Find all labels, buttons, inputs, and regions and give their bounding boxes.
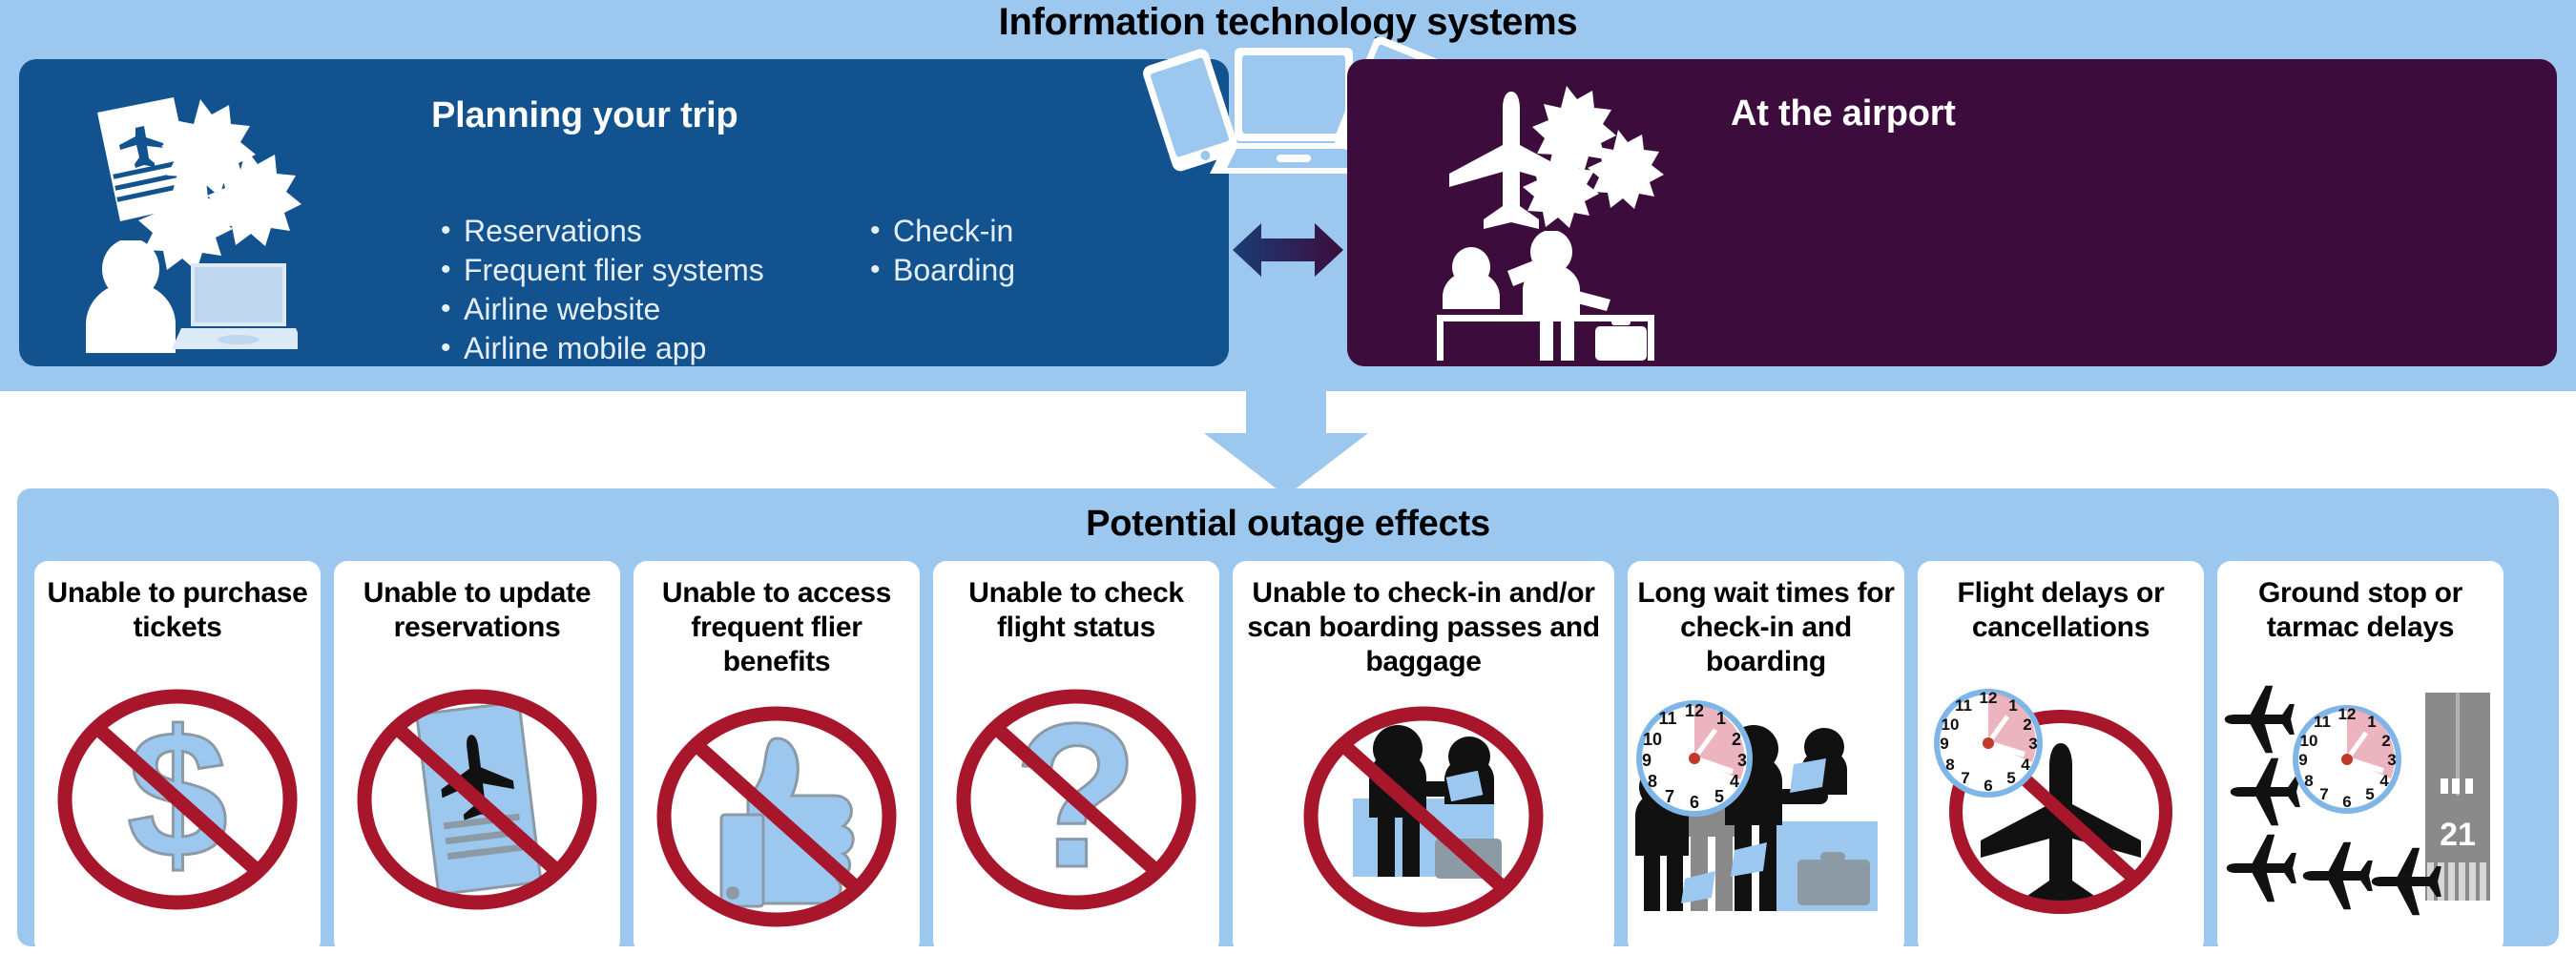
clock-no-airplane-icon: 12 1 2 345 678 9 10 11 xyxy=(1918,645,2204,954)
list-item: Airline website xyxy=(439,289,764,329)
svg-text:1: 1 xyxy=(2008,696,2017,715)
svg-text:6: 6 xyxy=(2342,793,2351,811)
clock-queue-icon: 12 1 2 345 678 9 10 11 xyxy=(1628,679,1904,954)
no-ticket-document-icon xyxy=(334,645,620,954)
svg-text:4: 4 xyxy=(1730,772,1739,791)
down-arrow-icon xyxy=(1204,380,1368,496)
effect-card-no-frequent-flier[interactable]: Unable to access frequent flier benefits xyxy=(634,561,920,954)
svg-text:5: 5 xyxy=(2006,769,2015,787)
svg-text:7: 7 xyxy=(1961,769,1969,787)
effects-card-row: Unable to purchase tickets $ Unable to u… xyxy=(34,561,2542,954)
svg-text:10: 10 xyxy=(1942,716,1960,734)
list-item: Frequent flier systems xyxy=(439,250,764,290)
svg-text:9: 9 xyxy=(1940,735,1948,753)
svg-text:5: 5 xyxy=(2365,785,2374,803)
planning-column-1: Reservations Frequent flier systems Airl… xyxy=(439,211,764,368)
no-thumbs-up-icon xyxy=(634,679,920,954)
svg-text:1: 1 xyxy=(2367,713,2376,731)
it-systems-band: Information technology systems Planning … xyxy=(0,0,2576,391)
svg-text:11: 11 xyxy=(1955,696,1972,715)
svg-text:6: 6 xyxy=(1690,793,1699,812)
card-title: Flight delays or cancellations xyxy=(1957,577,2165,643)
svg-text:2: 2 xyxy=(2023,716,2031,734)
card-title: Unable to update reservations xyxy=(363,577,592,643)
svg-text:7: 7 xyxy=(1665,787,1674,806)
clock-planes-runway-icon: 21 12 1 2 3 4 5 6 7 8 9 10 11 xyxy=(2217,645,2503,954)
potential-outage-effects-panel: Potential outage effects Unable to purch… xyxy=(17,488,2559,954)
double-arrow-icon xyxy=(1233,223,1343,277)
list-item: Airline mobile app xyxy=(439,328,764,368)
airplane-gears-icon xyxy=(1449,86,1664,229)
airport-heading: At the airport xyxy=(1731,93,1956,134)
planning-your-trip-box: Planning your trip • Reservations • Freq… xyxy=(19,59,1229,368)
card-title: Ground stop or tarmac delays xyxy=(2257,577,2463,643)
svg-text:3: 3 xyxy=(1737,751,1747,770)
effect-card-no-checkin-scan[interactable]: Unable to check-in and/or scan boarding … xyxy=(1233,561,1614,954)
svg-text:4: 4 xyxy=(2379,772,2389,790)
svg-text:11: 11 xyxy=(2314,713,2331,731)
svg-text:6: 6 xyxy=(1984,777,1992,795)
card-title: Unable to check-in and/or scan boarding … xyxy=(1247,577,1600,677)
no-checkin-counter-icon xyxy=(1233,679,1614,954)
runway-number: 21 xyxy=(2440,817,2476,853)
svg-text:8: 8 xyxy=(1945,756,1954,774)
list-item: Reservations xyxy=(439,211,764,251)
svg-text:11: 11 xyxy=(1658,709,1676,728)
svg-text:12: 12 xyxy=(1980,689,1998,707)
no-question-mark-icon: ? xyxy=(933,645,1219,954)
effect-card-no-purchase-tickets[interactable]: Unable to purchase tickets $ xyxy=(34,561,321,954)
effect-card-long-wait-times[interactable]: Long wait times for check-in and boardin… xyxy=(1628,561,1904,954)
list-item: Boarding xyxy=(868,250,1015,290)
card-title: Unable to check flight status xyxy=(968,577,1184,643)
svg-text:12: 12 xyxy=(2338,705,2357,723)
card-title: Unable to purchase tickets xyxy=(47,577,308,643)
svg-text:5: 5 xyxy=(1714,787,1724,806)
svg-text:3: 3 xyxy=(2028,735,2037,753)
checkin-desk-icon xyxy=(1437,231,1654,361)
person-laptop-icon xyxy=(86,240,298,353)
svg-text:8: 8 xyxy=(2304,772,2313,790)
svg-text:4: 4 xyxy=(2021,756,2030,774)
svg-text:7: 7 xyxy=(2319,785,2328,803)
svg-text:3: 3 xyxy=(2387,751,2396,769)
card-title: Unable to access frequent flier benefits xyxy=(661,577,892,677)
no-dollar-icon: $ xyxy=(34,645,321,954)
effect-card-no-flight-status[interactable]: Unable to check flight status ? xyxy=(933,561,1219,954)
svg-text:10: 10 xyxy=(1643,730,1662,749)
effect-card-no-update-reservations[interactable]: Unable to update reservations xyxy=(334,561,620,954)
svg-text:2: 2 xyxy=(2381,732,2390,750)
svg-text:1: 1 xyxy=(1716,709,1726,728)
card-title: Long wait times for check-in and boardin… xyxy=(1637,577,1895,677)
planning-heading: Planning your trip xyxy=(431,95,738,135)
svg-text:8: 8 xyxy=(1648,772,1657,791)
svg-text:10: 10 xyxy=(2300,732,2318,750)
svg-text:12: 12 xyxy=(1685,701,1704,720)
effects-heading: Potential outage effects xyxy=(1086,504,1490,544)
svg-text:2: 2 xyxy=(1732,730,1741,749)
effect-card-ground-stop[interactable]: Ground stop or tarmac delays 21 12 1 2 3… xyxy=(2217,561,2503,954)
svg-text:9: 9 xyxy=(1642,751,1652,770)
effect-card-flight-delays[interactable]: Flight delays or cancellations 12 1 2 3 45 xyxy=(1918,561,2204,954)
svg-text:9: 9 xyxy=(2298,751,2307,769)
list-item: Check-in xyxy=(868,211,1015,251)
at-the-airport-box: At the airport xyxy=(1347,59,2557,366)
planning-column-2: Check-in Boarding xyxy=(868,211,1015,290)
